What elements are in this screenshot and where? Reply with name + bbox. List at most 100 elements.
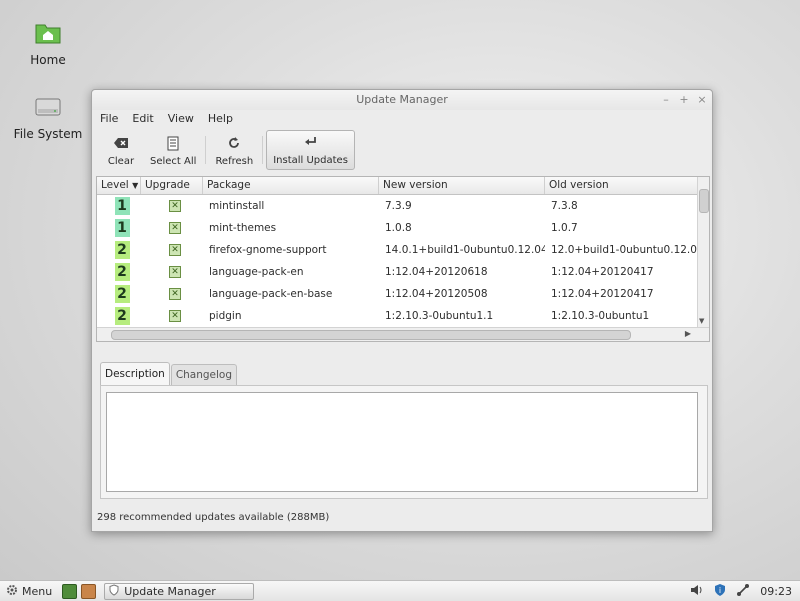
level-badge: 2 (114, 241, 130, 259)
upgrade-checkbox[interactable]: ✕ (169, 244, 181, 256)
update-shield-icon[interactable]: i (714, 583, 726, 600)
status-bar-text: 298 recommended updates available (288MB… (97, 512, 330, 523)
taskbar-item-label: Update Manager (124, 584, 216, 598)
close-button[interactable]: × (696, 90, 708, 110)
level-cell: 2 (97, 307, 141, 325)
menu-help[interactable]: Help (206, 110, 235, 126)
upgrade-cell: ✕ (141, 244, 203, 256)
upgrade-cell: ✕ (141, 222, 203, 234)
menu-edit[interactable]: Edit (130, 110, 155, 126)
table-row[interactable]: 2 ✕ language-pack-en 1:12.04+20120618 1:12.0… (97, 261, 697, 283)
package-cell: firefox-gnome-support (209, 244, 327, 256)
minimize-button[interactable]: – (660, 90, 672, 110)
taskbar-item-update-manager[interactable]: Update Manager (104, 582, 255, 600)
install-updates-button[interactable]: Install Updates (266, 130, 355, 170)
package-cell: pidgin (209, 310, 242, 322)
network-icon[interactable] (736, 583, 750, 600)
old-version-cell: 1:12.04+20120417 (551, 266, 654, 278)
upgrade-cell: ✕ (141, 266, 203, 278)
new-version-cell: 7.3.9 (385, 200, 412, 212)
tab-changelog[interactable]: Changelog (170, 364, 238, 385)
column-header-upgrade[interactable]: Upgrade (141, 177, 203, 194)
horizontal-scrollbar[interactable]: ▶ (97, 327, 709, 341)
toolbar-separator (262, 136, 264, 164)
upgrade-cell: ✕ (141, 200, 203, 212)
old-version-cell: 7.3.8 (551, 200, 578, 212)
terminal-launcher-icon[interactable] (81, 583, 97, 599)
column-header-old-version[interactable]: Old version (545, 177, 697, 194)
svg-text:i: i (719, 586, 721, 595)
menu-button[interactable]: Menu (0, 584, 58, 599)
column-label-level: Level (101, 179, 129, 191)
clear-icon (113, 134, 129, 152)
clear-button[interactable]: Clear (98, 130, 144, 170)
menu-label: Menu (22, 584, 53, 598)
select-all-button[interactable]: Select All (144, 130, 202, 170)
system-tray: i 09:23 (690, 581, 792, 601)
menubar: File Edit View Help (98, 110, 235, 126)
maximize-button[interactable]: + (678, 90, 690, 110)
level-badge: 1 (114, 219, 130, 237)
updates-table: Level ▼ Upgrade Package New version Old … (96, 176, 710, 342)
table-body: 1 ✕ mintinstall 7.3.9 7.3.8 1 ✕ mint-themes 1.0.… (97, 195, 697, 341)
description-text-area[interactable] (106, 392, 698, 492)
show-desktop-icon[interactable] (62, 583, 78, 599)
column-header-level[interactable]: Level ▼ (97, 177, 141, 194)
description-pane (100, 385, 708, 499)
level-badge: 2 (114, 307, 130, 325)
desktop-icon-file-system[interactable]: File System (8, 96, 88, 141)
new-version-cell: 1.0.8 (385, 222, 412, 234)
upgrade-checkbox[interactable]: ✕ (169, 288, 181, 300)
table-row[interactable]: 2 ✕ pidgin 1:2.10.3-0ubuntu1.1 1:2.10.3-0ubu… (97, 305, 697, 327)
package-cell: language-pack-en-base (209, 288, 333, 300)
new-version-cell: 1:12.04+20120618 (385, 266, 488, 278)
package-cell: mint-themes (209, 222, 277, 234)
hard-drive-icon (35, 96, 61, 121)
new-version-cell: 14.0.1+build1-0ubuntu0.12.04.1 (385, 244, 545, 256)
volume-icon[interactable] (690, 584, 704, 599)
desktop-label-home: Home (30, 53, 66, 67)
new-version-cell: 1:2.10.3-0ubuntu1.1 (385, 310, 494, 322)
window-title: Update Manager (356, 93, 448, 106)
old-version-cell: 12.0+build1-0ubuntu0.12.04. (551, 244, 697, 256)
level-badge: 2 (114, 285, 130, 303)
level-badge: 2 (114, 263, 130, 281)
install-updates-label: Install Updates (273, 155, 348, 166)
clock[interactable]: 09:23 (760, 585, 792, 598)
upgrade-checkbox[interactable]: ✕ (169, 266, 181, 278)
desktop-label-file-system: File System (13, 127, 83, 141)
vertical-scroll-thumb[interactable] (699, 189, 709, 213)
menu-file[interactable]: File (98, 110, 120, 126)
sort-indicator-icon: ▼ (132, 181, 139, 190)
column-header-package[interactable]: Package (203, 177, 379, 194)
refresh-label: Refresh (215, 156, 254, 167)
column-header-new-version[interactable]: New version (379, 177, 545, 194)
window-titlebar[interactable]: Update Manager – + × (92, 90, 712, 110)
new-version-cell: 1:12.04+20120508 (385, 288, 488, 300)
scroll-down-icon[interactable]: ▼ (699, 317, 704, 325)
desktop-icon-home[interactable]: Home (8, 22, 88, 67)
old-version-cell: 1:2.10.3-0ubuntu1 (551, 310, 650, 322)
upgrade-cell: ✕ (141, 288, 203, 300)
home-folder-icon (35, 22, 61, 47)
update-manager-window: Update Manager – + × File Edit View Help… (91, 89, 713, 532)
table-row[interactable]: 2 ✕ firefox-gnome-support 14.0.1+build1-0ub… (97, 239, 697, 261)
scroll-right-icon[interactable]: ▶ (685, 329, 691, 338)
level-cell: 1 (97, 219, 141, 237)
upgrade-checkbox[interactable]: ✕ (169, 222, 181, 234)
install-icon (304, 133, 318, 151)
table-row[interactable]: 1 ✕ mint-themes 1.0.8 1.0.7 (97, 217, 697, 239)
vertical-scrollbar[interactable]: ▼ (697, 177, 709, 327)
table-row[interactable]: 1 ✕ mintinstall 7.3.9 7.3.8 (97, 195, 697, 217)
tab-description[interactable]: Description (100, 362, 170, 385)
table-row[interactable]: 2 ✕ language-pack-en-base 1:12.04+20120508 1… (97, 283, 697, 305)
level-cell: 1 (97, 197, 141, 215)
upgrade-checkbox[interactable]: ✕ (169, 310, 181, 322)
clear-label: Clear (107, 156, 135, 167)
refresh-button[interactable]: Refresh (209, 130, 259, 170)
level-cell: 2 (97, 241, 141, 259)
horizontal-scroll-thumb[interactable] (111, 330, 631, 340)
toolbar-separator (205, 136, 207, 164)
upgrade-checkbox[interactable]: ✕ (169, 200, 181, 212)
menu-view[interactable]: View (166, 110, 196, 126)
